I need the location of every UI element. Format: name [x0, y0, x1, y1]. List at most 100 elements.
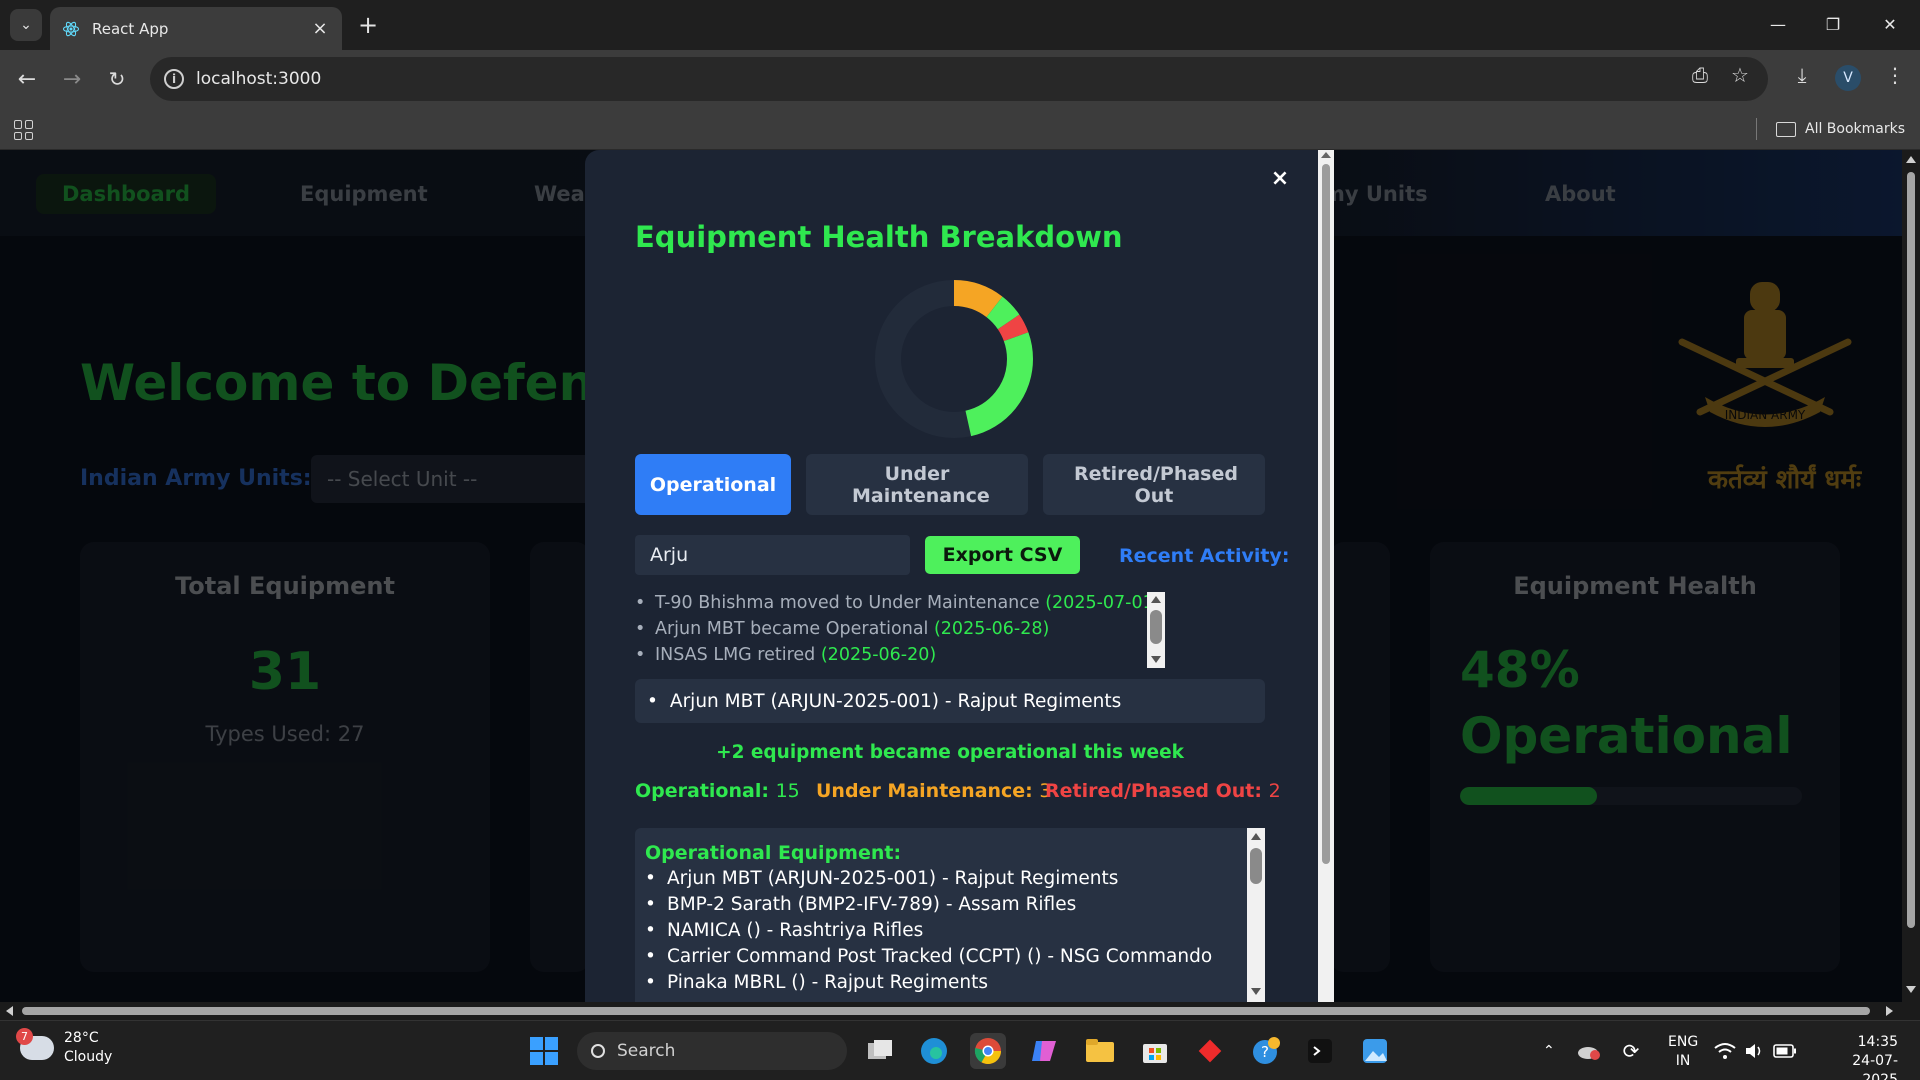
- equipment-list-scrollbar[interactable]: [1247, 828, 1265, 1002]
- scroll-up-arrow-icon[interactable]: [1151, 596, 1161, 603]
- chrome-browser-icon[interactable]: [970, 1033, 1006, 1069]
- activity-scrollbar[interactable]: [1147, 592, 1165, 668]
- page-horizontal-scrollbar[interactable]: [0, 1002, 1920, 1020]
- taskbar-search[interactable]: Search: [577, 1032, 847, 1070]
- restore-button[interactable]: ❐: [1813, 6, 1853, 42]
- operational-equipment-list: Operational Equipment: Arjun MBT (ARJUN-…: [635, 828, 1265, 1002]
- scroll-thumb[interactable]: [1250, 848, 1262, 884]
- cloud-icon: 7: [16, 1028, 54, 1060]
- nav-about[interactable]: About: [1545, 174, 1616, 214]
- file-explorer-icon[interactable]: [1082, 1033, 1118, 1069]
- minimize-button[interactable]: —: [1758, 6, 1798, 42]
- scroll-down-arrow-icon[interactable]: [1251, 988, 1261, 995]
- network-error-icon[interactable]: [1574, 1033, 1604, 1069]
- show-hidden-icons[interactable]: ⌃: [1543, 1021, 1555, 1080]
- reload-button[interactable]: ↻: [100, 62, 134, 96]
- unit-select[interactable]: -- Select Unit --: [311, 455, 611, 503]
- browser-tab[interactable]: React App ×: [50, 7, 342, 50]
- h-scroll-thumb[interactable]: [22, 1007, 1870, 1015]
- search-icon: [591, 1044, 605, 1058]
- wifi-icon[interactable]: [1710, 1033, 1740, 1069]
- health-progress-fill: [1460, 787, 1597, 805]
- menu-icon[interactable]: ⋮: [1880, 60, 1910, 90]
- scroll-left-arrow-icon[interactable]: [6, 1006, 13, 1016]
- new-tab-button[interactable]: +: [352, 9, 384, 41]
- weather-temp: 28°C: [64, 1030, 99, 1046]
- tab-operational[interactable]: Operational: [635, 454, 791, 515]
- equipment-list-title: Operational Equipment:: [645, 842, 902, 864]
- bookmark-star-icon[interactable]: ☆: [1725, 60, 1755, 90]
- apps-grid-icon[interactable]: [14, 120, 34, 140]
- card-subtext: Types Used: 27: [205, 722, 365, 746]
- equipment-search-input[interactable]: Arju: [635, 535, 910, 575]
- modal-close-button[interactable]: ×: [1266, 164, 1294, 192]
- modal-scrollbar[interactable]: [1318, 150, 1334, 1002]
- anydesk-icon[interactable]: [1192, 1033, 1228, 1069]
- modal-scroll-thumb[interactable]: [1322, 164, 1330, 864]
- activity-text: INSAS LMG retired: [655, 645, 821, 665]
- equipment-health-donut-chart: [875, 280, 1033, 438]
- scroll-down-arrow-icon[interactable]: [1151, 656, 1161, 663]
- bookmarks-bar: All Bookmarks: [0, 108, 1920, 150]
- weather-badge: 7: [16, 1028, 33, 1045]
- page-scroll-thumb[interactable]: [1907, 172, 1915, 928]
- emblem-text: INDIAN ARMY: [1725, 408, 1806, 422]
- nav-army-units[interactable]: my Units: [1323, 174, 1428, 214]
- list-item: NAMICA () - Rashtriya Rifles: [645, 918, 1255, 944]
- scroll-down-arrow-icon[interactable]: [1906, 986, 1916, 993]
- indian-army-emblem: INDIAN ARMY: [1678, 282, 1852, 427]
- back-button[interactable]: ←: [10, 62, 44, 96]
- system-clock[interactable]: 14:35 24-07-2025: [1818, 1033, 1898, 1080]
- install-app-icon[interactable]: ⎙: [1685, 60, 1715, 90]
- maintenance-count-label: Under Maintenance:: [816, 780, 1033, 802]
- site-info-icon[interactable]: i: [164, 69, 184, 89]
- address-bar[interactable]: i localhost:3000: [150, 57, 1768, 101]
- browser-tabstrip: ⌄ React App × + — ❐ ✕: [0, 0, 1920, 50]
- retired-count-value: 2: [1268, 780, 1281, 802]
- activity-item: Arjun MBT became Operational (2025-06-28…: [635, 616, 1155, 642]
- nav-dashboard[interactable]: Dashboard: [36, 174, 217, 214]
- close-window-button[interactable]: ✕: [1870, 6, 1910, 42]
- equipment-health-modal: × Equipment Health Breakdown Operational…: [585, 150, 1322, 1002]
- scroll-up-arrow-icon[interactable]: [1321, 152, 1331, 158]
- scroll-up-arrow-icon[interactable]: [1251, 833, 1261, 840]
- retired-count: Retired/Phased Out: 2: [1045, 780, 1281, 802]
- downloads-icon[interactable]: ⤓: [1787, 60, 1817, 90]
- health-percentage: 48% Operational: [1460, 641, 1793, 765]
- maintenance-count: Under Maintenance: 3: [816, 780, 1052, 802]
- forward-button[interactable]: →: [55, 62, 89, 96]
- windows-start-icon[interactable]: [526, 1033, 562, 1069]
- bullet-icon: •: [647, 690, 658, 712]
- terminal-icon[interactable]: [1302, 1033, 1338, 1069]
- tab-retired[interactable]: Retired/Phased Out: [1043, 454, 1265, 515]
- weather-widget[interactable]: 7 28°C Cloudy: [16, 1028, 112, 1067]
- battery-icon[interactable]: [1770, 1033, 1800, 1069]
- copilot-icon[interactable]: [1026, 1033, 1062, 1069]
- operational-count: Operational: 15: [635, 780, 800, 802]
- export-csv-button[interactable]: Export CSV: [925, 536, 1080, 574]
- sync-icon[interactable]: ⟳: [1616, 1033, 1646, 1069]
- photos-icon[interactable]: [1357, 1033, 1393, 1069]
- help-icon[interactable]: ?: [1248, 1033, 1284, 1069]
- profile-avatar[interactable]: V: [1835, 65, 1861, 91]
- edge-browser-icon[interactable]: [916, 1033, 952, 1069]
- scroll-thumb[interactable]: [1150, 610, 1162, 644]
- microsoft-store-icon[interactable]: [1137, 1033, 1173, 1069]
- url-text: localhost:3000: [196, 69, 322, 89]
- search-result-item[interactable]: • Arjun MBT (ARJUN-2025-001) - Rajput Re…: [635, 679, 1265, 723]
- scroll-right-arrow-icon[interactable]: [1886, 1006, 1893, 1016]
- tab-search-button[interactable]: ⌄: [10, 9, 42, 41]
- task-view-icon[interactable]: [862, 1033, 898, 1069]
- page-vertical-scrollbar[interactable]: [1902, 150, 1920, 1002]
- all-bookmarks-button[interactable]: All Bookmarks: [1776, 116, 1905, 142]
- stat-card: [530, 542, 590, 972]
- nav-equipment[interactable]: Equipment: [300, 174, 428, 214]
- volume-icon[interactable]: [1740, 1033, 1770, 1069]
- recent-activity-list: T-90 Bhishma moved to Under Maintenance …: [635, 590, 1155, 666]
- tab-under-maintenance[interactable]: Under Maintenance: [806, 454, 1028, 515]
- card-value: 31: [248, 642, 322, 702]
- activity-text: T-90 Bhishma moved to Under Maintenance: [655, 593, 1046, 613]
- scroll-up-arrow-icon[interactable]: [1906, 156, 1916, 163]
- tab-close-icon[interactable]: ×: [310, 18, 330, 39]
- language-indicator[interactable]: ENG IN: [1668, 1033, 1698, 1071]
